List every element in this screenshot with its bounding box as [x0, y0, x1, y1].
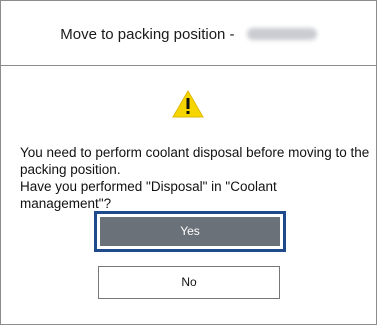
message-line-1: You need to perform coolant disposal bef…	[20, 145, 370, 177]
yes-button[interactable]: Yes	[100, 217, 280, 246]
no-button[interactable]: No	[98, 266, 280, 299]
dialog-title-row: Move to packing position -	[1, 25, 376, 47]
coolant-disposal-dialog: Move to packing position - You need to p…	[0, 0, 377, 325]
dialog-title: Move to packing position -	[60, 25, 235, 43]
confirmation-message: You need to perform coolant disposal bef…	[20, 144, 370, 212]
dialog-header: Move to packing position -	[1, 1, 376, 66]
warning-icon	[172, 90, 204, 118]
yes-button-focus-ring: Yes	[94, 211, 286, 252]
redacted-machine-id	[246, 28, 317, 41]
message-line-2: Have you performed "Disposal" in "Coolan…	[20, 179, 277, 211]
